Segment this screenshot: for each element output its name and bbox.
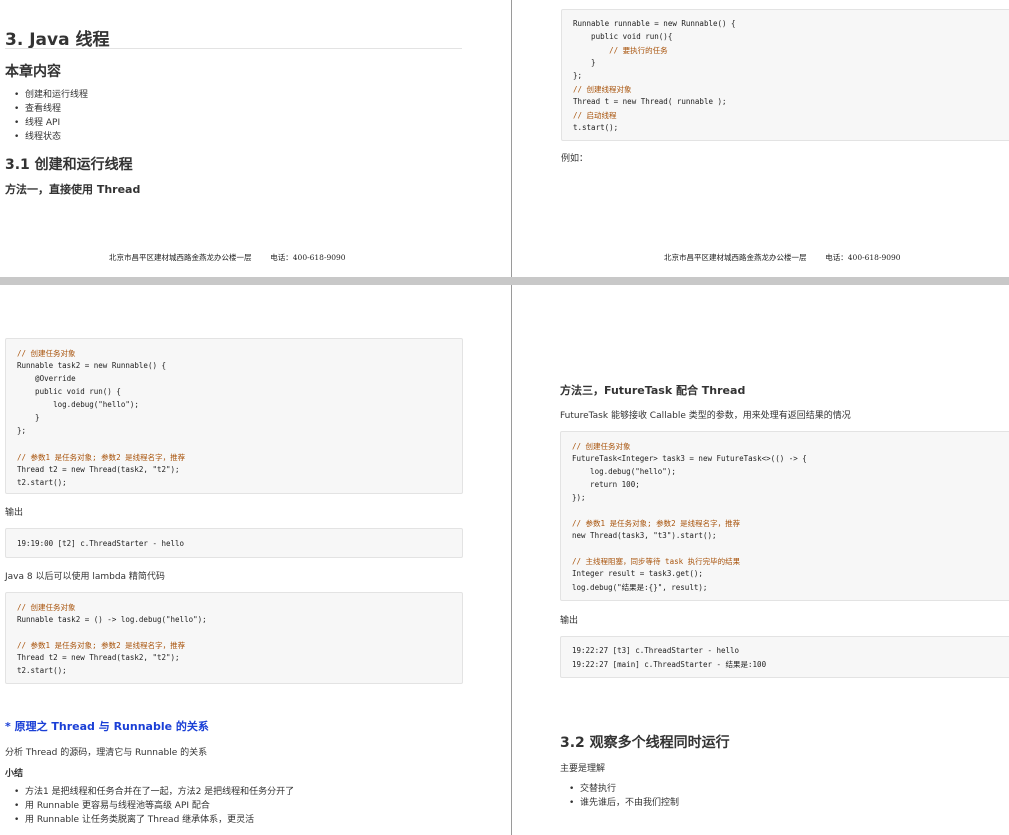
- page-footer: 北京市昌平区建材城西路金燕龙办公楼一层 电话：400-618-9090: [109, 252, 346, 263]
- code-line: Thread t = new Thread( runnable );: [573, 97, 727, 106]
- section-description: 主要是理解: [560, 764, 606, 774]
- code-line: Thread t2 = new Thread(task2, "t2");: [17, 465, 180, 474]
- list-item: 谁先谁后，不由我们控制: [560, 796, 679, 810]
- example-label: 例如：: [561, 154, 589, 164]
- code-line: // 参数1 是任务对象; 参数2 是线程名字，推荐: [17, 453, 186, 462]
- summary-list: 方法1 是把线程和任务合并在了一起，方法2 是把线程和任务分开了 用 Runna…: [5, 785, 294, 827]
- page-4: 方法三，FutureTask 配合 Thread FutureTask 能够接收…: [512, 285, 1009, 835]
- code-line: Runnable runnable = new Runnable() {: [573, 19, 736, 28]
- contents-list: 创建和运行线程 查看线程 线程 API 线程状态: [5, 88, 88, 144]
- code-line: Thread t2 = new Thread(task2, "t2");: [17, 653, 180, 662]
- list-item: 线程状态: [5, 130, 88, 144]
- code-line: // 创建任务对象: [17, 349, 76, 358]
- footer-phone: 电话：400-618-9090: [825, 253, 901, 262]
- code-line: t2.start();: [17, 478, 67, 487]
- list-item: 线程 API: [5, 116, 88, 130]
- principle-text: 分析 Thread 的源码，理清它与 Runnable 的关系: [5, 748, 208, 758]
- page-2: Runnable runnable = new Runnable() { pub…: [512, 0, 1009, 277]
- output-line: 19:22:27 [main] c.ThreadStarter - 结果是:10…: [572, 660, 767, 669]
- method3-description: FutureTask 能够接收 Callable 类型的参数，用来处理有返回结果…: [560, 411, 851, 421]
- code-line: public void run() {: [17, 387, 121, 396]
- section-heading: 3.2 观察多个线程同时运行: [560, 735, 730, 751]
- code-line: // 参数1 是任务对象; 参数2 是线程名字，推荐: [17, 641, 186, 650]
- code-line: // 启动线程: [573, 111, 617, 120]
- code-line: t2.start();: [17, 666, 67, 675]
- page-3: // 创建任务对象 Runnable task2 = new Runnable(…: [0, 285, 511, 835]
- code-line: // 创建线程对象: [573, 85, 632, 94]
- code-line: // 创建任务对象: [17, 603, 76, 612]
- contents-heading: 本章内容: [5, 64, 61, 80]
- code-line: Runnable task2 = new Runnable() {: [17, 361, 167, 370]
- code-line: Runnable task2 = () -> log.debug("hello"…: [17, 615, 207, 624]
- code-line: log.debug("结果是:{}", result);: [572, 583, 708, 592]
- list-item: 方法1 是把线程和任务合并在了一起，方法2 是把线程和任务分开了: [5, 785, 294, 799]
- output-label: 输出: [5, 508, 24, 518]
- code-line: };: [17, 426, 27, 435]
- lambda-note: Java 8 以后可以使用 lambda 精简代码: [5, 572, 165, 582]
- footer-address: 北京市昌平区建材城西路金燕龙办公楼一层: [664, 253, 807, 262]
- code-line: }: [573, 58, 596, 67]
- code-line: return 100;: [572, 480, 640, 489]
- output-label: 输出: [560, 616, 579, 626]
- code-block: // 创建任务对象 Runnable task2 = new Runnable(…: [5, 338, 463, 494]
- code-line: log.debug("hello");: [17, 400, 139, 409]
- title-underline: [5, 48, 462, 49]
- principle-heading[interactable]: * 原理之 Thread 与 Runnable 的关系: [5, 718, 209, 734]
- output-line: 19:19:00 [t2] c.ThreadStarter - hello: [17, 539, 185, 548]
- code-block: // 创建任务对象 Runnable task2 = () -> log.deb…: [5, 592, 463, 684]
- list-item: 查看线程: [5, 102, 88, 116]
- list-item: 交替执行: [560, 782, 679, 796]
- method1-heading: 方法一，直接使用 Thread: [5, 183, 141, 196]
- list-item: 用 Runnable 让任务类脱离了 Thread 继承体系，更灵活: [5, 813, 294, 827]
- code-line: log.debug("hello");: [572, 467, 676, 476]
- code-line: // 主线程阻塞，同步等待 task 执行完毕的结果: [572, 557, 741, 566]
- method3-heading: 方法三，FutureTask 配合 Thread: [560, 384, 746, 397]
- code-line: new Thread(task3, "t3").start();: [572, 531, 717, 540]
- chapter-title: 3. Java 线程: [5, 30, 110, 50]
- footer-address: 北京市昌平区建材城西路金燕龙办公楼一层: [109, 253, 252, 262]
- code-line: // 要执行的任务: [573, 46, 668, 55]
- output-line: 19:22:27 [t3] c.ThreadStarter - hello: [572, 646, 740, 655]
- code-line: // 参数1 是任务对象; 参数2 是线程名字，推荐: [572, 519, 741, 528]
- code-line: };: [573, 71, 583, 80]
- code-line: @Override: [17, 374, 76, 383]
- code-line: FutureTask<Integer> task3 = new FutureTa…: [572, 454, 807, 463]
- code-block: // 创建任务对象 FutureTask<Integer> task3 = ne…: [560, 431, 1009, 601]
- code-block: Runnable runnable = new Runnable() { pub…: [561, 9, 1009, 141]
- summary-heading: 小结: [5, 769, 24, 779]
- page-gap: [0, 277, 1009, 285]
- section-list: 交替执行 谁先谁后，不由我们控制: [560, 782, 679, 810]
- code-line: }: [17, 413, 40, 422]
- code-line: Integer result = task3.get();: [572, 569, 703, 578]
- page-footer: 北京市昌平区建材城西路金燕龙办公楼一层 电话：400-618-9090: [664, 252, 901, 263]
- output-block: 19:19:00 [t2] c.ThreadStarter - hello: [5, 528, 463, 558]
- code-line: });: [572, 493, 586, 502]
- section-heading: 3.1 创建和运行线程: [5, 157, 133, 173]
- code-line: public void run(){: [573, 32, 673, 41]
- code-line: // 创建任务对象: [572, 442, 631, 451]
- output-block: 19:22:27 [t3] c.ThreadStarter - hello 19…: [560, 636, 1009, 678]
- footer-phone: 电话：400-618-9090: [270, 253, 346, 262]
- list-item: 创建和运行线程: [5, 88, 88, 102]
- code-line: t.start();: [573, 123, 619, 132]
- page-1: 3. Java 线程 本章内容 创建和运行线程 查看线程 线程 API 线程状态…: [0, 0, 511, 277]
- list-item: 用 Runnable 更容易与线程池等高级 API 配合: [5, 799, 294, 813]
